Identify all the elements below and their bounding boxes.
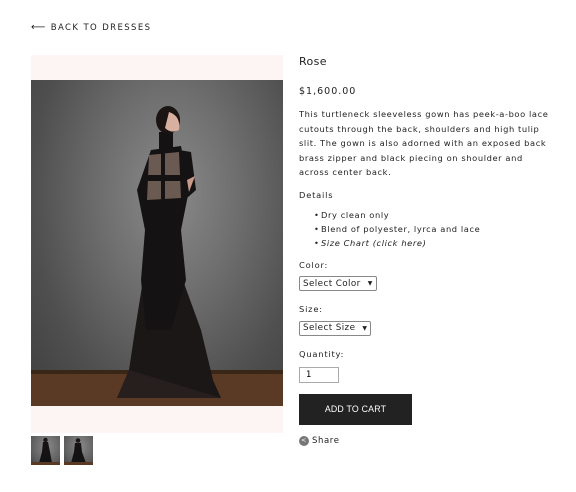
quantity-label: Quantity: — [299, 348, 345, 359]
size-select[interactable]: Select Size ▼ — [299, 320, 372, 336]
share-button[interactable]: < Share — [299, 435, 549, 446]
product-title: Rose — [299, 55, 327, 68]
chevron-down-icon: ▼ — [362, 324, 368, 332]
product-price: $1,600.00 — [299, 86, 357, 97]
product-main-image[interactable] — [31, 55, 283, 433]
back-to-dresses-link[interactable]: ⟵ BACK TO DRESSES — [31, 22, 152, 34]
size-select-value: Select Size — [303, 323, 356, 334]
thumbnail-1[interactable] — [31, 436, 60, 465]
product-description: This turtleneck sleeveless gown has peek… — [299, 109, 549, 178]
details-list: Dry clean only Blend of polyester, lyrca… — [299, 208, 549, 250]
size-label: Size: — [299, 304, 323, 315]
details-heading: Details — [299, 189, 334, 200]
color-select-value: Select Color — [303, 278, 361, 289]
size-chart-link[interactable]: Size Chart (click here) — [321, 238, 426, 248]
share-icon: < — [299, 435, 309, 446]
chevron-down-icon: ▼ — [367, 280, 373, 288]
detail-item: Blend of polyester, lyrca and lace — [314, 222, 549, 236]
product-photo — [31, 80, 283, 406]
left-arrow-icon: ⟵ — [31, 22, 47, 33]
color-label: Color: — [299, 259, 329, 270]
back-link-label: BACK TO DRESSES — [50, 23, 152, 33]
share-label: Share — [312, 435, 340, 446]
thumbnail-strip — [31, 436, 93, 465]
thumbnail-2[interactable] — [64, 436, 93, 465]
add-to-cart-button[interactable]: ADD TO CART — [299, 393, 412, 425]
product-info: Rose $1,600.00 This turtleneck sleeveles… — [299, 55, 549, 446]
model-illustration — [31, 106, 283, 406]
color-select[interactable]: Select Color ▼ — [299, 276, 377, 292]
quantity-input[interactable] — [299, 366, 339, 383]
detail-item: Size Chart (click here) — [314, 236, 549, 250]
detail-item: Dry clean only — [314, 208, 549, 222]
